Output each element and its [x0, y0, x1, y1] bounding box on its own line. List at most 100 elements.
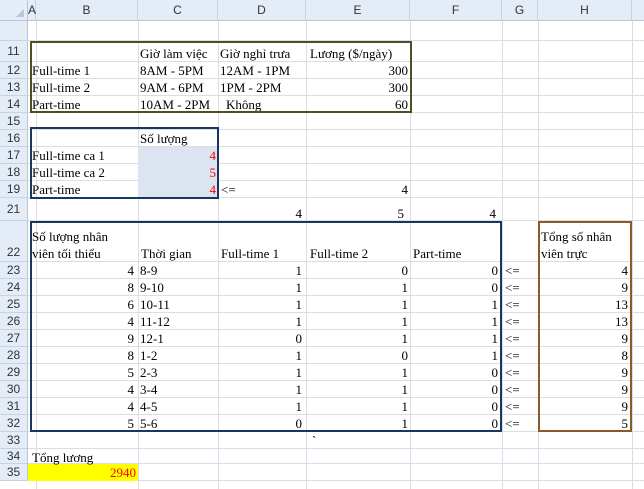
schedule-salary: 300 — [388, 63, 409, 78]
staff-constraint-operator: <= — [505, 348, 520, 363]
staff-fulltime1-flag[interactable]: 1 — [218, 347, 303, 364]
staff-fulltime2-flag[interactable]: 1 — [306, 364, 409, 381]
staff-min-count: 4 — [127, 399, 135, 414]
column-header-f[interactable]: F — [410, 0, 502, 21]
staff-parttime-flag[interactable]: 0 — [410, 415, 499, 432]
staff-fulltime1-flag[interactable]: 0 — [218, 415, 303, 432]
staff-fulltime1-flag[interactable]: 1 — [218, 262, 303, 279]
column-header-g[interactable]: G — [502, 0, 538, 21]
column-header-d[interactable]: D — [218, 0, 306, 21]
staff-fulltime2-flag[interactable]: 1 — [306, 330, 409, 347]
total-staff-line2: viên trực — [541, 246, 588, 261]
row-header-14[interactable]: 14 — [0, 96, 28, 113]
row-header-19[interactable]: 19 — [0, 181, 28, 198]
row-header-11[interactable]: 11 — [0, 41, 28, 62]
schedule-salary: 60 — [395, 97, 408, 112]
row-header-27[interactable]: 27 — [0, 330, 28, 347]
staff-fulltime2-flag[interactable]: 1 — [306, 296, 409, 313]
staff-fulltime2-flag[interactable]: 1 — [306, 381, 409, 398]
row-header-35[interactable]: 35 — [0, 464, 28, 481]
constraint-value: 4 — [401, 182, 409, 197]
staff-parttime-flag[interactable]: 0 — [410, 364, 499, 381]
row-header-22[interactable]: 22 — [0, 221, 28, 262]
row-header-33[interactable]: 33 — [0, 432, 28, 449]
row-header-18[interactable]: 18 — [0, 164, 28, 181]
row-header-23[interactable]: 23 — [0, 262, 28, 279]
grid-vline — [502, 21, 503, 489]
row-header-31[interactable]: 31 — [0, 398, 28, 415]
staff-parttime-flag[interactable]: 1 — [410, 296, 499, 313]
staff-parttime-flag[interactable]: 0 — [410, 398, 499, 415]
staff-total-on-duty: 13 — [615, 297, 628, 312]
staff-constraint-operator: <= — [505, 297, 520, 312]
column-header-h[interactable]: H — [538, 0, 632, 21]
select-all-corner[interactable] — [0, 0, 28, 21]
quantity-value[interactable]: 5 — [138, 164, 217, 181]
staff-time-slot: 10-11 — [140, 297, 170, 312]
schedule-lunch: 1PM - 2PM — [220, 80, 282, 95]
staff-parttime-flag[interactable]: 0 — [410, 279, 499, 296]
row-header-16[interactable]: 16 — [0, 130, 28, 147]
staff-parttime-flag[interactable]: 1 — [410, 347, 499, 364]
staff-constraint-operator: <= — [505, 263, 520, 278]
row-header-32[interactable]: 32 — [0, 415, 28, 432]
staffing-title-line1: Số lượng nhân — [32, 229, 109, 244]
staff-fulltime1-flag[interactable]: 1 — [218, 364, 303, 381]
staff-fulltime1-flag[interactable]: 1 — [218, 313, 303, 330]
schedule-lunch: 12AM - 1PM — [220, 63, 291, 78]
staff-fulltime1-flag[interactable]: 1 — [218, 398, 303, 415]
staff-parttime-flag[interactable]: 1 — [410, 313, 499, 330]
staff-fulltime2-flag[interactable]: 1 — [306, 398, 409, 415]
grid-hline — [28, 146, 644, 147]
schedule-name: Full-time 2 — [32, 80, 91, 95]
staff-constraint-operator: <= — [505, 331, 520, 346]
header-work-hours: Giờ làm việc — [140, 46, 208, 61]
staff-min-count: 4 — [127, 314, 135, 329]
row-header-24[interactable]: 24 — [0, 279, 28, 296]
staff-fulltime2-flag[interactable]: 0 — [306, 347, 409, 364]
schedule-work: 8AM - 5PM — [140, 63, 204, 78]
row-header-13[interactable]: 13 — [0, 79, 28, 96]
total-salary-value[interactable]: 2940 — [28, 464, 136, 481]
staff-fulltime1-flag[interactable]: 1 — [218, 296, 303, 313]
row-header-stub — [0, 21, 28, 41]
staff-time-slot: 5-6 — [140, 416, 158, 431]
row-header-25[interactable]: 25 — [0, 296, 28, 313]
staff-min-count: 4 — [127, 382, 135, 397]
staff-parttime-flag[interactable]: 1 — [410, 330, 499, 347]
staff-fulltime2-flag[interactable]: 1 — [306, 313, 409, 330]
quantity-value[interactable]: 4 — [138, 147, 217, 164]
grid-hline — [28, 448, 644, 449]
staff-parttime-flag[interactable]: 0 — [410, 262, 499, 279]
staff-total-on-duty: 5 — [621, 416, 629, 431]
row-header-28[interactable]: 28 — [0, 347, 28, 364]
row-header-30[interactable]: 30 — [0, 381, 28, 398]
staff-parttime-flag[interactable]: 0 — [410, 381, 499, 398]
staff-fulltime2-flag[interactable]: 1 — [306, 279, 409, 296]
row-header-26[interactable]: 26 — [0, 313, 28, 330]
constraint-operator: <= — [221, 182, 236, 197]
staff-fulltime2-flag[interactable]: 0 — [306, 262, 409, 279]
column-header-e[interactable]: E — [306, 0, 410, 21]
row-header-12[interactable]: 12 — [0, 62, 28, 79]
column-header-a[interactable]: A — [28, 0, 36, 21]
staff-total-on-duty: 9 — [621, 280, 629, 295]
row-header-15[interactable]: 15 — [0, 113, 28, 130]
row-header-29[interactable]: 29 — [0, 364, 28, 381]
corner-triangle-icon — [16, 9, 24, 17]
column-header-b[interactable]: B — [36, 0, 138, 21]
staff-fulltime2-flag[interactable]: 1 — [306, 415, 409, 432]
schedule-work: 9AM - 6PM — [140, 80, 204, 95]
staff-fulltime1-flag[interactable]: 1 — [218, 381, 303, 398]
header-time: Thời gian — [141, 246, 192, 261]
total-staff-line1: Tổng số nhân — [541, 229, 612, 244]
staff-fulltime1-flag[interactable]: 1 — [218, 279, 303, 296]
stray-mark: ` — [312, 433, 317, 448]
staff-fulltime1-flag[interactable]: 0 — [218, 330, 303, 347]
row-header-17[interactable]: 17 — [0, 147, 28, 164]
quantity-value[interactable]: 4 — [138, 181, 217, 198]
row-header-21[interactable]: 21 — [0, 198, 28, 221]
grid-hline — [28, 163, 644, 164]
row-header-34[interactable]: 34 — [0, 449, 28, 464]
column-header-c[interactable]: C — [138, 0, 218, 21]
